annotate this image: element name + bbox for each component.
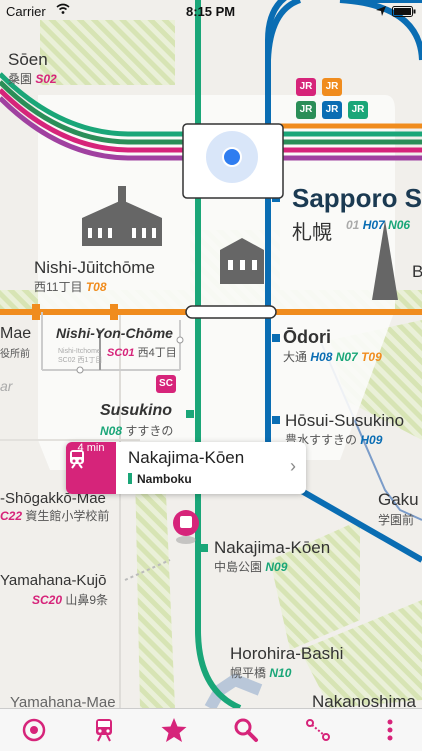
tab-route[interactable]	[304, 717, 332, 743]
locate-icon	[22, 718, 46, 742]
station-susukino-jp: N08 すすきの	[100, 424, 174, 438]
station-odori-jp: 大通 H08 N07 T09	[283, 350, 382, 364]
line-color-marker	[128, 473, 132, 484]
tab-search[interactable]	[232, 717, 260, 743]
station-mae-jp: 役所前	[0, 349, 30, 360]
station-mae[interactable]: Mae	[0, 325, 31, 343]
station-soen-jp: 桑園 S02	[8, 72, 57, 86]
jr-badge: JR	[322, 101, 342, 119]
station-nakajima-koen[interactable]: Nakajima-Kōen	[214, 538, 330, 558]
callout-station-name: Nakajima-Kōen	[128, 448, 245, 467]
station-susukino[interactable]: Susukino	[100, 402, 172, 420]
station-b-partial: B	[412, 262, 422, 281]
station-sapporo-jp: 札幌	[292, 222, 332, 244]
station-hosui-susukino[interactable]: Hōsui-Susukino	[285, 411, 404, 431]
tab-favorites[interactable]	[160, 717, 188, 743]
station-nishi-juitchome[interactable]: Nishi-Jūitchōme	[34, 258, 155, 278]
train-icon	[96, 719, 112, 742]
sc-badge: SC	[156, 375, 176, 393]
train-badge: 4 min	[66, 442, 116, 494]
chevron-right-icon[interactable]: ›	[290, 456, 296, 477]
station-nishi-yon-chome[interactable]: Nishi-Yon-Chōme	[56, 325, 173, 341]
train-icon	[70, 450, 84, 469]
station-soen[interactable]: Sōen	[8, 50, 48, 70]
tab-bar	[0, 708, 422, 751]
jr-badge: JR	[296, 101, 316, 119]
tab-locate[interactable]	[20, 717, 48, 743]
station-nakanoshima[interactable]: Nakanoshima	[312, 692, 416, 708]
station-yamahana-kujo-jp: SC20 山鼻9条	[32, 593, 109, 607]
jr-badge: JR	[348, 101, 368, 119]
tab-more[interactable]	[376, 717, 404, 743]
station-gaku-jp: 学園前	[378, 513, 415, 527]
station-nishi-yon-chome-jp: SC01 西4丁目	[107, 347, 177, 359]
station-sapporo-codes: 01 H07 N06	[346, 218, 411, 232]
station-odori[interactable]: Ōdori	[283, 327, 331, 348]
subway-map[interactable]: JR JR JR JR JR SC Sōen 桑園 S02 Nishi-Jūit…	[0, 0, 422, 708]
location-arrow-icon	[376, 4, 386, 19]
jr-badge: JR	[322, 78, 342, 96]
search-icon	[234, 718, 258, 742]
station-callout[interactable]: 4 min Nakajima-Kōen Namboku ›	[66, 442, 306, 494]
route-icon	[306, 719, 330, 741]
star-icon	[161, 718, 187, 742]
tab-train[interactable]	[90, 717, 118, 743]
station-horohira-bashi-jp: 幌平橋 N10	[230, 666, 292, 680]
station-bottom-left[interactable]: Yamahana-Mae	[10, 694, 116, 708]
station-gaku[interactable]: Gaku	[378, 490, 419, 510]
station-horohira-bashi[interactable]: Horohira-Bashi	[230, 644, 343, 664]
callout-line: Namboku	[128, 472, 192, 486]
jr-badge: JR	[296, 78, 316, 96]
wifi-icon	[56, 3, 70, 18]
station-nakajima-koen-jp: 中島公園 N09	[214, 560, 288, 574]
partial-label-ar: ar	[0, 378, 13, 394]
carrier-label: Carrier	[6, 4, 46, 19]
clock-label: 8:15 PM	[186, 4, 236, 19]
more-icon	[387, 719, 393, 741]
station-yamahana-kujo[interactable]: Yamahana-Kujō	[0, 572, 106, 589]
station-nishi-itchome-small: Nishi-Itchome SC02 西1丁目	[58, 348, 103, 364]
station-nishi-juitchome-jp: 西11丁目 T08	[34, 280, 107, 294]
battery-icon	[392, 5, 416, 20]
station-shogakko-mae-jp: C22 資生館小学校前	[0, 509, 110, 523]
status-bar: Carrier 8:15 PM	[0, 0, 422, 22]
station-sapporo[interactable]: Sapporo S	[292, 183, 422, 214]
